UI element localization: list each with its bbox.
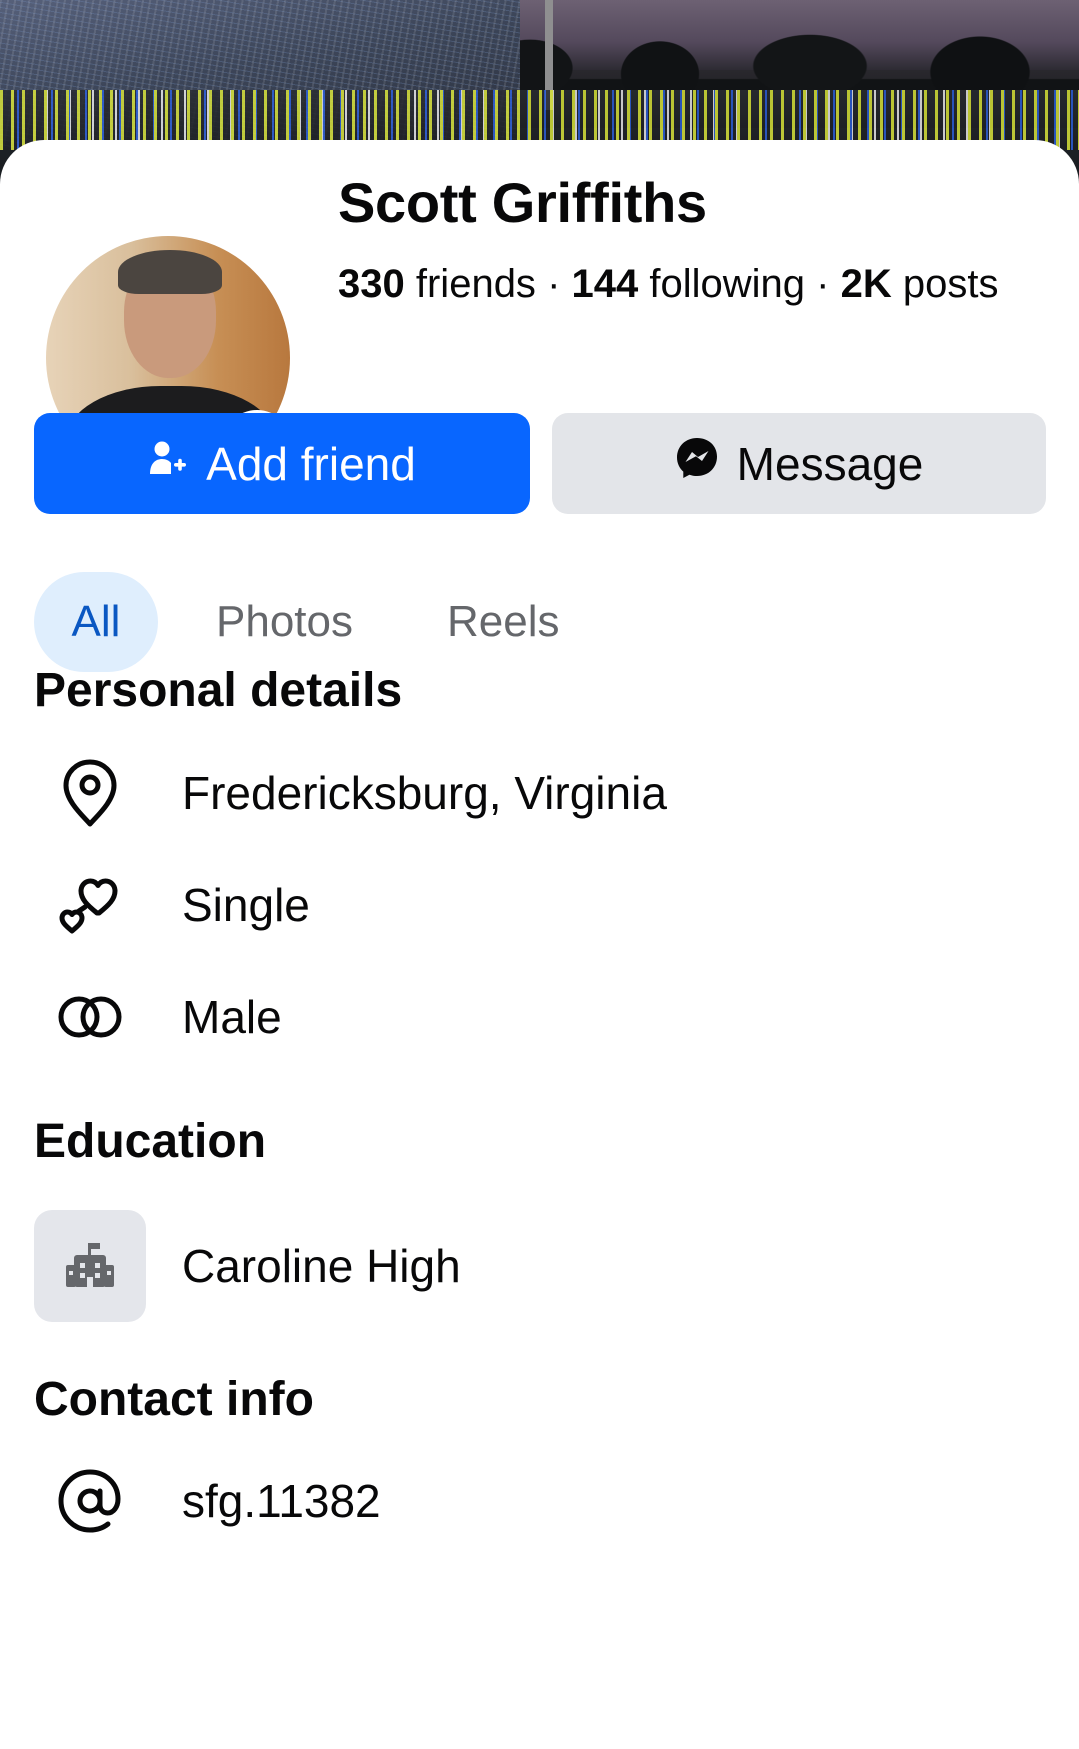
add-friend-label: Add friend bbox=[206, 437, 416, 490]
username-text: sfg.11382 bbox=[182, 1475, 381, 1527]
gender-rings-icon bbox=[34, 967, 146, 1067]
posts-count: 2K bbox=[840, 262, 892, 306]
add-friend-button[interactable]: Add friend bbox=[34, 413, 530, 514]
location-text: Fredericksburg, Virginia bbox=[182, 767, 667, 819]
friends-label[interactable]: friends bbox=[416, 262, 536, 306]
tab-photos[interactable]: Photos bbox=[216, 572, 353, 672]
following-label[interactable]: following bbox=[649, 262, 805, 306]
message-button[interactable]: Message bbox=[552, 413, 1046, 514]
stats-separator: · bbox=[547, 262, 561, 306]
personal-details-title: Personal details bbox=[34, 664, 403, 717]
profile-tabs: All Photos Reels bbox=[34, 572, 559, 672]
profile-card: Scott Griffiths 330 friends · 144 follow… bbox=[0, 140, 1079, 1749]
message-label: Message bbox=[736, 437, 924, 490]
stats-separator: · bbox=[816, 262, 830, 306]
profile-page: Scott Griffiths 330 friends · 144 follow… bbox=[0, 0, 1079, 1749]
education-row-school[interactable]: Caroline High bbox=[34, 1210, 1034, 1322]
add-person-icon bbox=[148, 437, 188, 491]
tab-reels[interactable]: Reels bbox=[447, 572, 560, 672]
profile-name: Scott Griffiths bbox=[338, 171, 707, 234]
posts-label: posts bbox=[902, 262, 999, 306]
hearts-icon bbox=[34, 855, 146, 955]
messenger-icon bbox=[675, 436, 719, 491]
tab-all[interactable]: All bbox=[34, 572, 158, 672]
profile-stats: 330 friends · 144 following · 2K posts bbox=[338, 262, 999, 307]
detail-row-location: Fredericksburg, Virginia bbox=[34, 743, 1034, 843]
school-building-icon bbox=[34, 1210, 146, 1322]
location-pin-icon bbox=[34, 743, 146, 843]
friends-count[interactable]: 330 bbox=[338, 262, 405, 306]
contact-row-username: sfg.11382 bbox=[34, 1451, 1034, 1551]
relationship-text: Single bbox=[182, 879, 310, 931]
detail-row-relationship: Single bbox=[34, 855, 1034, 955]
education-title: Education bbox=[34, 1115, 267, 1168]
school-text: Caroline High bbox=[182, 1240, 461, 1292]
following-count[interactable]: 144 bbox=[572, 262, 639, 306]
at-sign-icon bbox=[34, 1451, 146, 1551]
detail-row-gender: Male bbox=[34, 967, 1034, 1067]
contact-info-title: Contact info bbox=[34, 1373, 314, 1426]
gender-text: Male bbox=[182, 991, 282, 1043]
